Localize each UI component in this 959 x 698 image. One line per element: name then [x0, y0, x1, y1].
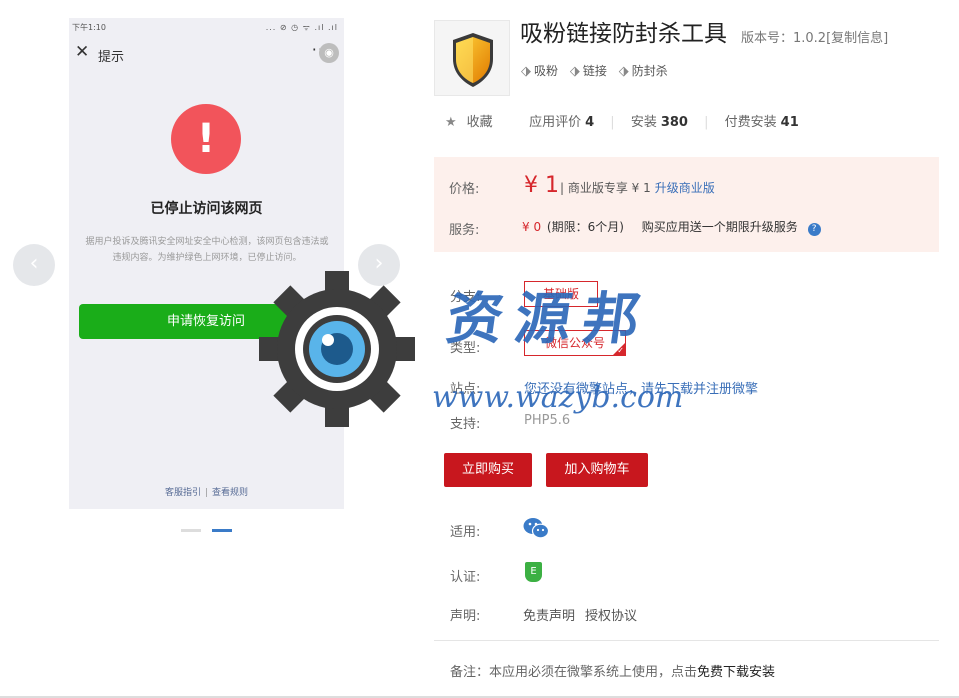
service-info: ¥ 0 (期限：6个月) 购买应用送一个期限升级服务 ?	[522, 218, 821, 236]
install-stat: 安装 380	[631, 111, 688, 130]
phone-status-time: 下午1:10	[72, 23, 106, 32]
tag-item[interactable]: ⬗ 防封杀	[619, 62, 668, 79]
support-label: 支持:	[450, 417, 481, 432]
phone-status-bar: 下午1:10 ... ⊘ ◷ ᯤ .ıl .ıl	[69, 18, 344, 36]
tag-item[interactable]: ⬗ 链接	[570, 62, 607, 79]
phone-footer-separator: |	[204, 488, 209, 498]
tag-label: 链接	[582, 64, 607, 78]
tag-icon: ⬗	[569, 64, 580, 79]
shield-icon	[453, 33, 493, 87]
rating-stat: 应用评价 4	[529, 111, 594, 130]
install-label: 安装	[630, 115, 657, 130]
phone-footer: 客服指引 | 查看规则	[69, 485, 344, 498]
app-tags: ⬗ 吸粉 ⬗ 链接 ⬗ 防封杀	[521, 62, 676, 79]
divider	[434, 640, 939, 641]
phone-footer-rules: 查看规则	[212, 488, 249, 498]
license-link[interactable]: 授权协议	[585, 609, 637, 624]
watermark-url: www.wazyb.com	[432, 380, 684, 415]
watermark-text: 资源邦	[442, 287, 656, 352]
install-value: 380	[660, 115, 688, 130]
install-note: 备注：本应用必须在微擎系统上使用，点击免费下载安装	[450, 661, 775, 680]
pro-price-note: | 商业版专享 ¥ 1 升级商业版	[560, 179, 715, 196]
paid-install-value: 41	[780, 115, 799, 130]
wechat-icon	[523, 518, 549, 539]
carousel-dot[interactable]	[181, 529, 201, 532]
add-to-cart-button[interactable]: 加入购物车	[546, 453, 648, 487]
phone-nav-bar: ✕ 提示 ··· ◉	[69, 36, 344, 70]
favorite-button[interactable]: ★ 收藏	[445, 111, 493, 130]
carousel-prev-button[interactable]: ‹	[13, 244, 55, 286]
app-screenshot: 下午1:10 ... ⊘ ◷ ᯤ .ıl .ıl ✕ 提示 ··· ◉ ! 已停…	[69, 18, 344, 509]
divider	[509, 115, 513, 130]
service-price: ¥ 0	[522, 220, 542, 234]
paid-install-label: 付费安装	[724, 115, 777, 130]
upgrade-link[interactable]: 升级商业版	[655, 181, 715, 195]
phone-nav-title: 提示	[98, 50, 125, 65]
declare-label: 声明:	[450, 609, 481, 624]
free-download-link[interactable]: 免费下载安装	[697, 665, 775, 680]
tag-label: 吸粉	[534, 64, 559, 78]
certified-badge-icon: E	[525, 562, 542, 582]
app-icon	[434, 20, 510, 96]
app-stats: ★ 收藏 应用评价 4 | 安装 380 | 付费安装 41	[445, 111, 799, 130]
help-icon[interactable]: ?	[807, 223, 821, 236]
tag-item[interactable]: ⬗ 吸粉	[521, 62, 558, 79]
tag-icon: ⬗	[521, 64, 531, 79]
star-icon: ★	[445, 115, 457, 130]
phone-heading: 已停止访问该网页	[150, 201, 263, 217]
pro-price-text: | 商业版专享 ¥ 1	[560, 181, 651, 195]
close-icon: ✕	[75, 42, 90, 62]
paid-install-stat: 付费安装 41	[725, 111, 799, 130]
tag-icon: ⬗	[618, 64, 629, 79]
phone-description: 据用户投诉及腾讯安全网址安全中心检测，该网页包含违法或违规内容。为维护绿色上网环…	[85, 237, 329, 263]
price-panel: 价格: ¥ 1 | 商业版专享 ¥ 1 升级商业版 服务: ¥ 0 (期限：6个月…	[434, 157, 939, 252]
note-text: 备注：本应用必须在微擎系统上使用，点击	[450, 665, 698, 680]
app-title: 吸粉链接防封杀工具	[520, 21, 727, 47]
favorite-label: 收藏	[466, 115, 493, 130]
buy-now-button[interactable]: 立即购买	[444, 453, 532, 487]
applies-label: 适用:	[450, 525, 481, 540]
price-label: 价格:	[449, 182, 480, 197]
price-value: ¥ 1	[524, 173, 559, 198]
support-value: PHP5.6	[524, 413, 571, 428]
service-note: 购买应用送一个期限升级服务	[641, 220, 798, 234]
service-period: (期限：6个月)	[546, 220, 624, 234]
divider: |	[704, 115, 709, 130]
carousel-dot-active[interactable]	[212, 529, 232, 532]
service-label: 服务:	[449, 223, 480, 238]
disclaimer-link[interactable]: 免责声明	[523, 609, 575, 624]
cert-label: 认证:	[450, 570, 481, 585]
camera-icon: ◉	[319, 43, 339, 63]
watermark-gear-logo	[257, 270, 417, 432]
divider: |	[610, 115, 615, 130]
rating-value: 4	[585, 115, 595, 130]
phone-footer-guide: 客服指引	[164, 488, 201, 498]
declaration-links: 免责声明 授权协议	[523, 605, 647, 624]
alert-icon: !	[171, 104, 241, 174]
phone-status-icons: ... ⊘ ◷ ᯤ .ıl .ıl	[265, 23, 338, 32]
app-version[interactable]: 版本号：1.0.2[复制信息]	[741, 27, 888, 46]
rating-label: 应用评价	[529, 115, 582, 130]
tag-label: 防封杀	[631, 64, 668, 78]
